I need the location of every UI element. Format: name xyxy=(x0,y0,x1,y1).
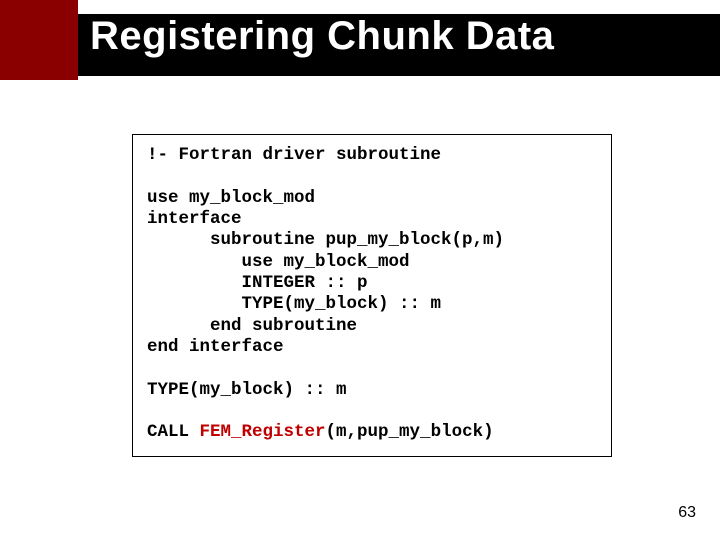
code-line-6: INTEGER :: p xyxy=(147,273,368,293)
code-line-9: end interface xyxy=(147,337,284,357)
code-line-3: interface xyxy=(147,209,242,229)
slide: Registering Chunk Data !- Fortran driver… xyxy=(0,0,720,540)
code-line-8: end subroutine xyxy=(147,316,357,336)
slide-title: Registering Chunk Data xyxy=(90,14,554,59)
code-box: !- Fortran driver subroutine use my_bloc… xyxy=(132,134,612,457)
code-line-4: subroutine pup_my_block(p,m) xyxy=(147,230,504,250)
code-line-5: use my_block_mod xyxy=(147,252,410,272)
code-line-7: TYPE(my_block) :: m xyxy=(147,294,441,314)
accent-block xyxy=(0,0,78,80)
page-number: 63 xyxy=(678,504,696,522)
code-call-post: (m,pup_my_block) xyxy=(326,422,494,442)
code-call-pre: CALL xyxy=(147,422,200,442)
code-block: !- Fortran driver subroutine use my_bloc… xyxy=(147,145,597,444)
code-line-10: TYPE(my_block) :: m xyxy=(147,380,347,400)
code-line-1: !- Fortran driver subroutine xyxy=(147,145,441,165)
code-line-2: use my_block_mod xyxy=(147,188,315,208)
code-call-fn: FEM_Register xyxy=(200,422,326,442)
